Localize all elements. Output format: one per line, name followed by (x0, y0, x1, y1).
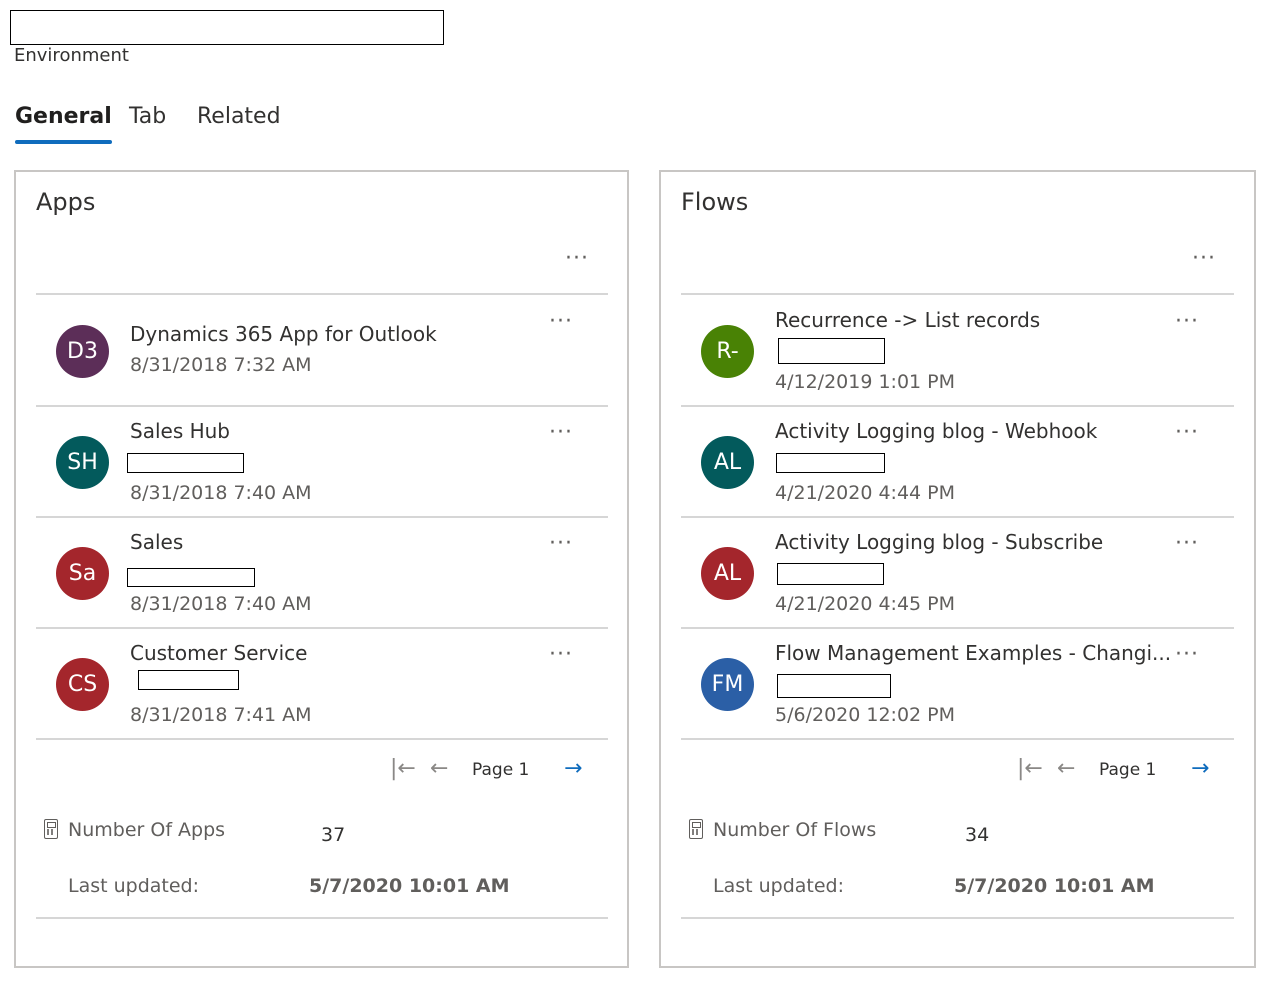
row-more-button[interactable]: ··· (1175, 420, 1199, 445)
row-more-button[interactable]: ··· (1175, 642, 1199, 667)
redacted-owner (778, 338, 885, 364)
arrow-right-icon[interactable]: → (564, 756, 582, 781)
flow-name: Activity Logging blog - Subscribe (775, 530, 1104, 554)
avatar: D3 (56, 325, 109, 378)
apps-pager: |← ← Page 1 → (16, 756, 627, 786)
avatar: AL (701, 547, 754, 600)
tab-general[interactable]: General (15, 104, 112, 129)
page-indicator: Page 1 (472, 760, 530, 780)
flow-row[interactable]: R- Recurrence -> List records 4/12/2019 … (681, 295, 1234, 406)
flow-modified-date: 4/21/2020 4:45 PM (775, 593, 956, 615)
row-more-button[interactable]: ··· (549, 420, 573, 445)
metric-divider (36, 917, 608, 919)
flow-row[interactable]: FM Flow Management Examples - Changi... … (681, 628, 1234, 739)
row-more-button[interactable]: ··· (549, 531, 573, 556)
page-indicator: Page 1 (1099, 760, 1157, 780)
tab-tab[interactable]: Tab (129, 104, 166, 129)
app-modified-date: 8/31/2018 7:40 AM (130, 482, 312, 504)
flow-name: Activity Logging blog - Webhook (775, 419, 1098, 443)
app-modified-date: 8/31/2018 7:41 AM (130, 704, 312, 726)
app-name: Sales Hub (130, 419, 230, 443)
last-updated-label: Last updated: (68, 875, 200, 897)
flow-name: Recurrence -> List records (775, 308, 1041, 332)
flows-pager: |← ← Page 1 → (661, 756, 1254, 786)
apps-more-button[interactable]: ··· (565, 246, 589, 271)
apps-panel-title: Apps (36, 188, 96, 216)
arrow-left-icon[interactable]: ← (1057, 756, 1075, 781)
last-updated-value: 5/7/2020 10:01 AM (309, 875, 510, 897)
active-tab-indicator (15, 140, 112, 144)
app-modified-date: 8/31/2018 7:40 AM (130, 593, 312, 615)
flows-panel: Flows ··· R- Recurrence -> List records … (659, 170, 1256, 968)
avatar: R- (701, 325, 754, 378)
flow-modified-date: 4/21/2020 4:44 PM (775, 482, 956, 504)
app-row[interactable]: Sa Sales 8/31/2018 7:40 AM ··· (36, 517, 608, 628)
apps-panel: Apps ··· D3 Dynamics 365 App for Outlook… (14, 170, 629, 968)
metric-divider (681, 917, 1234, 919)
flow-name: Flow Management Examples - Changi... (775, 641, 1172, 665)
app-name: Dynamics 365 App for Outlook (130, 322, 437, 346)
avatar: CS (56, 658, 109, 711)
avatar: SH (56, 436, 109, 489)
avatar: AL (701, 436, 754, 489)
avatar: FM (701, 658, 754, 711)
app-row[interactable]: D3 Dynamics 365 App for Outlook 8/31/201… (36, 295, 608, 406)
app-row[interactable]: CS Customer Service 8/31/2018 7:41 AM ··… (36, 628, 608, 739)
environment-label: Environment (14, 45, 129, 66)
app-row[interactable]: SH Sales Hub 8/31/2018 7:40 AM ··· (36, 406, 608, 517)
redacted-owner (777, 674, 891, 698)
metric-value: 34 (965, 824, 990, 846)
app-name: Customer Service (130, 641, 308, 665)
metric-value: 37 (321, 824, 346, 846)
redacted-owner (138, 670, 239, 690)
flow-modified-date: 5/6/2020 12:02 PM (775, 704, 956, 726)
row-more-button[interactable]: ··· (549, 642, 573, 667)
calculator-icon (689, 819, 703, 839)
flows-panel-title: Flows (681, 188, 749, 216)
first-page-icon[interactable]: |← (390, 756, 416, 781)
flows-more-button[interactable]: ··· (1192, 246, 1216, 271)
app-modified-date: 8/31/2018 7:32 AM (130, 354, 312, 376)
metric-label: Number Of Flows (713, 819, 877, 841)
arrow-right-icon[interactable]: → (1191, 756, 1209, 781)
row-more-button[interactable]: ··· (549, 309, 573, 334)
row-divider (681, 738, 1234, 740)
calculator-icon (44, 819, 58, 839)
tab-related[interactable]: Related (197, 104, 281, 129)
metric-label: Number Of Apps (68, 819, 226, 841)
app-name: Sales (130, 530, 184, 554)
first-page-icon[interactable]: |← (1017, 756, 1043, 781)
last-updated-label: Last updated: (713, 875, 845, 897)
row-divider (36, 738, 608, 740)
redacted-owner (127, 568, 255, 587)
flow-row[interactable]: AL Activity Logging blog - Subscribe 4/2… (681, 517, 1234, 628)
flow-modified-date: 4/12/2019 1:01 PM (775, 371, 956, 393)
row-more-button[interactable]: ··· (1175, 309, 1199, 334)
flow-row[interactable]: AL Activity Logging blog - Webhook 4/21/… (681, 406, 1234, 517)
row-more-button[interactable]: ··· (1175, 531, 1199, 556)
redacted-title (10, 10, 444, 45)
last-updated-value: 5/7/2020 10:01 AM (954, 875, 1155, 897)
arrow-left-icon[interactable]: ← (430, 756, 448, 781)
redacted-owner (127, 453, 244, 473)
avatar: Sa (56, 547, 109, 600)
redacted-owner (776, 453, 885, 473)
redacted-owner (777, 563, 884, 585)
